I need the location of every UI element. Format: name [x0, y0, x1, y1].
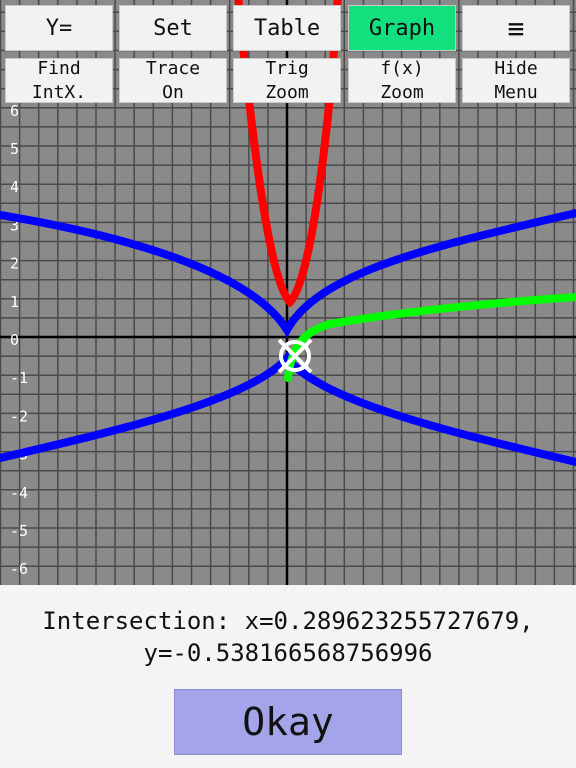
- table-button[interactable]: Table: [233, 5, 341, 51]
- y-tick-label: -1: [10, 369, 28, 387]
- hide-menu-label-1: Hide: [494, 57, 538, 79]
- trig-zoom-label-1: Trig: [265, 57, 309, 79]
- y-tick-label: 5: [10, 140, 19, 158]
- y-tick-label: -4: [10, 484, 28, 502]
- find-intersection-button[interactable]: Find IntX.: [5, 58, 113, 103]
- graph-button[interactable]: Graph: [348, 5, 456, 51]
- intersection-y-text: y=-0.538166568756996: [143, 639, 433, 667]
- hamburger-menu-icon[interactable]: ≡: [462, 5, 570, 51]
- fx-zoom-button[interactable]: f(x) Zoom: [348, 58, 456, 103]
- y-tick-label: -5: [10, 522, 28, 540]
- intersection-dialog: Intersection: x=0.289623255727679, y=-0.…: [0, 585, 576, 768]
- y-tick-label: 4: [10, 178, 19, 196]
- y-tick-label: 6: [10, 102, 19, 120]
- trig-zoom-button[interactable]: Trig Zoom: [233, 58, 341, 103]
- trace-label-2: On: [162, 81, 184, 103]
- y-tick-label: -6: [10, 560, 28, 578]
- intersection-result: Intersection: x=0.289623255727679, y=-0.…: [0, 605, 576, 669]
- find-intersection-label-1: Find: [37, 57, 81, 79]
- hide-menu-label-2: Menu: [494, 81, 538, 103]
- find-intersection-label-2: IntX.: [31, 81, 87, 103]
- set-button[interactable]: Set: [119, 5, 227, 51]
- okay-button[interactable]: Okay: [174, 689, 402, 755]
- hide-menu-button[interactable]: Hide Menu: [462, 58, 570, 103]
- trig-zoom-label-2: Zoom: [265, 81, 309, 103]
- trace-label-1: Trace: [145, 57, 201, 79]
- y-tick-label: 0: [10, 331, 19, 349]
- y-tick-label: -2: [10, 407, 28, 425]
- trace-toggle-button[interactable]: Trace On: [119, 58, 227, 103]
- fx-zoom-label-2: Zoom: [380, 81, 424, 103]
- y-equals-button[interactable]: Y=: [5, 5, 113, 51]
- intersection-x-text: Intersection: x=0.289623255727679,: [42, 607, 534, 635]
- y-tick-label: 1: [10, 293, 19, 311]
- fx-zoom-label-1: f(x): [380, 57, 424, 79]
- y-tick-label: 2: [10, 255, 19, 273]
